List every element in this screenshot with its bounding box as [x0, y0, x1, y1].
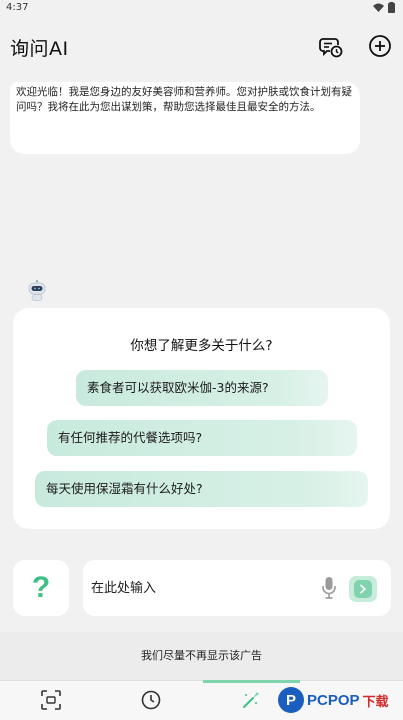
suggestion-chip[interactable]: 有任何推荐的代餐选项吗? [47, 420, 357, 456]
plus-circle-icon [369, 35, 391, 57]
page-title: 询问AI [10, 38, 69, 60]
suggestion-chip[interactable]: 每天使用保湿霜有什么好处? [35, 471, 368, 507]
new-chat-button[interactable] [367, 33, 393, 59]
battery-icon [388, 2, 395, 13]
robot-icon [28, 280, 46, 301]
nav-item-history[interactable] [140, 689, 162, 711]
nav-item-beauty[interactable] [240, 689, 262, 711]
watermark-text-download: 下载 [362, 693, 389, 709]
scan-icon [41, 690, 61, 710]
send-arrow-icon [360, 584, 366, 594]
brush-icon [243, 692, 259, 708]
watermark: P PCPOP 下载 [278, 682, 389, 718]
robot-avatar [27, 280, 47, 302]
watermark-text: PCPOP [307, 691, 360, 709]
chat-input-container [83, 560, 391, 616]
suggestions-card: 你想了解更多关于什么? 素食者可以获取欧米伽-3的来源? 有任何推荐的代餐选项吗… [13, 308, 390, 529]
welcome-message: 欢迎光临！我是您身边的友好美容师和营养师。您对护肤或饮食计划有疑问吗？我将在此为… [10, 82, 360, 154]
status-icons [373, 2, 395, 13]
ad-banner[interactable]: 我们尽量不再显示该广告 [0, 632, 403, 680]
status-bar: 4:37 [0, 0, 403, 16]
chat-input[interactable] [91, 575, 311, 601]
watermark-logo: P [278, 687, 304, 713]
chat-history-icon [319, 38, 343, 58]
chat-history-button[interactable] [318, 33, 344, 59]
app-header: 询问AI [0, 26, 403, 66]
nav-item-scan[interactable] [40, 689, 62, 711]
wifi-icon [373, 3, 384, 12]
microphone-icon [322, 577, 336, 599]
question-mark-icon: ? [31, 571, 51, 604]
clock-icon [141, 690, 161, 710]
send-button[interactable] [349, 576, 377, 602]
voice-input-button[interactable] [319, 576, 339, 600]
status-time: 4:37 [6, 2, 29, 13]
send-button-inner [354, 580, 372, 598]
suggestion-chip[interactable]: 素食者可以获取欧米伽-3的来源? [76, 370, 328, 406]
help-button[interactable]: ? [13, 560, 69, 616]
suggestions-title: 你想了解更多关于什么? [130, 338, 273, 354]
